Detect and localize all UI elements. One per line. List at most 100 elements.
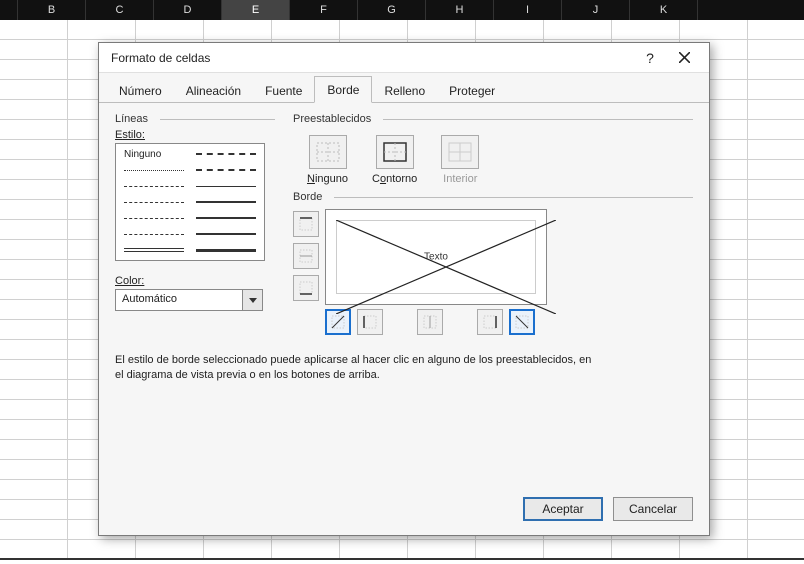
cell[interactable] (0, 380, 68, 400)
cell[interactable] (0, 240, 68, 260)
cell[interactable] (0, 480, 68, 500)
cell[interactable] (0, 40, 68, 60)
tab-borde[interactable]: Borde (314, 76, 372, 103)
line-style-thin[interactable] (196, 182, 256, 190)
cell[interactable] (748, 520, 804, 540)
col-head-g[interactable]: G (358, 0, 426, 20)
line-style-picker[interactable]: Ninguno (115, 143, 265, 261)
line-style-double[interactable] (124, 246, 184, 254)
cell[interactable] (748, 120, 804, 140)
cell[interactable] (204, 20, 272, 40)
cell[interactable] (476, 20, 544, 40)
cell[interactable] (0, 500, 68, 520)
cell[interactable] (408, 540, 476, 560)
line-style-medium-dashdot[interactable] (196, 166, 256, 174)
cell[interactable] (0, 300, 68, 320)
cell[interactable] (0, 220, 68, 240)
col-head-k[interactable]: K (630, 0, 698, 20)
cell[interactable] (748, 40, 804, 60)
cell[interactable] (0, 260, 68, 280)
cell[interactable] (748, 400, 804, 420)
combo-dropdown-button[interactable] (242, 290, 262, 310)
cell[interactable] (612, 20, 680, 40)
cancel-button[interactable]: Cancelar (613, 497, 693, 521)
tab-relleno[interactable]: Relleno (372, 78, 437, 103)
cell[interactable] (68, 540, 136, 560)
cell[interactable] (136, 20, 204, 40)
cell[interactable] (0, 360, 68, 380)
cell[interactable] (612, 540, 680, 560)
cell[interactable] (748, 440, 804, 460)
cell[interactable] (272, 20, 340, 40)
col-head-c[interactable]: C (86, 0, 154, 20)
cell[interactable] (0, 320, 68, 340)
tab-fuente[interactable]: Fuente (253, 78, 314, 103)
line-style-dashed-fine[interactable] (124, 198, 184, 206)
cell[interactable] (0, 460, 68, 480)
col-head-e[interactable]: E (222, 0, 290, 20)
cell[interactable] (748, 320, 804, 340)
help-button[interactable]: ? (633, 44, 667, 72)
cell[interactable] (748, 540, 804, 560)
cell[interactable] (0, 200, 68, 220)
cell[interactable] (748, 480, 804, 500)
cell[interactable] (0, 540, 68, 560)
cell[interactable] (0, 420, 68, 440)
cell[interactable] (204, 540, 272, 560)
line-style-dotted-fine[interactable] (124, 166, 184, 174)
cell[interactable] (0, 440, 68, 460)
cell[interactable] (680, 20, 748, 40)
cell[interactable] (748, 20, 804, 40)
cell[interactable] (0, 100, 68, 120)
cell[interactable] (476, 540, 544, 560)
line-style-dotted[interactable] (124, 182, 184, 190)
line-style-thick2[interactable] (196, 230, 256, 238)
cell[interactable] (0, 140, 68, 160)
cell[interactable] (544, 20, 612, 40)
cell[interactable] (0, 520, 68, 540)
cell[interactable] (68, 20, 136, 40)
border-preview[interactable]: Texto (325, 209, 547, 305)
cell[interactable] (136, 540, 204, 560)
cell[interactable] (748, 140, 804, 160)
cell[interactable] (680, 540, 748, 560)
cell[interactable] (0, 120, 68, 140)
border-bottom-button[interactable] (293, 275, 319, 301)
line-style-none[interactable]: Ninguno (124, 150, 184, 158)
line-color-combo[interactable]: Automático (115, 289, 263, 311)
line-style-dash-dot[interactable] (124, 214, 184, 222)
col-head-j[interactable]: J (562, 0, 630, 20)
preset-inside[interactable]: Interior (441, 135, 479, 185)
col-head-d[interactable]: D (154, 0, 222, 20)
cell[interactable] (748, 240, 804, 260)
cell[interactable] (748, 460, 804, 480)
tab-proteger[interactable]: Proteger (437, 78, 507, 103)
cell[interactable] (748, 220, 804, 240)
line-style-dash-dot-dot[interactable] (124, 230, 184, 238)
cell[interactable] (0, 60, 68, 80)
line-style-medium-dash[interactable] (196, 150, 256, 158)
cell[interactable] (748, 160, 804, 180)
cell[interactable] (748, 300, 804, 320)
tab-numero[interactable]: Número (107, 78, 174, 103)
cell[interactable] (0, 20, 68, 40)
cell[interactable] (0, 160, 68, 180)
line-style-medium2[interactable] (196, 214, 256, 222)
cell[interactable] (748, 180, 804, 200)
cell[interactable] (748, 60, 804, 80)
col-head-i[interactable]: I (494, 0, 562, 20)
cell[interactable] (748, 80, 804, 100)
cell[interactable] (340, 20, 408, 40)
line-style-thick[interactable] (196, 246, 256, 254)
cell[interactable] (748, 360, 804, 380)
cell[interactable] (748, 260, 804, 280)
col-head-h[interactable]: H (426, 0, 494, 20)
cell[interactable] (544, 540, 612, 560)
tab-alineacion[interactable]: Alineación (174, 78, 253, 103)
col-head-b[interactable]: B (18, 0, 86, 20)
cell[interactable] (0, 280, 68, 300)
line-style-medium[interactable] (196, 198, 256, 206)
preset-outline[interactable]: Contorno (372, 135, 417, 185)
cell[interactable] (0, 80, 68, 100)
cell[interactable] (340, 540, 408, 560)
